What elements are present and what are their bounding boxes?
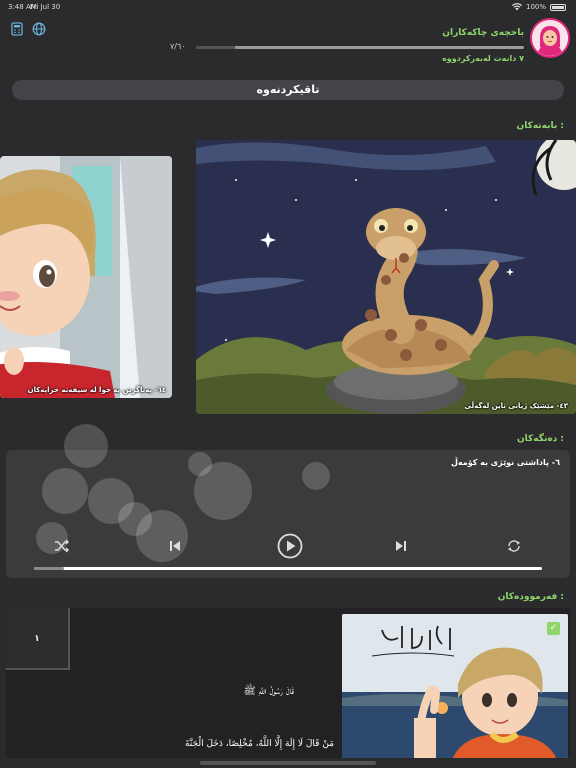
progress-bar	[196, 46, 524, 49]
status-date: Fri Jul 30	[30, 3, 61, 11]
section-label-sounds: دەنگەکان :	[516, 434, 564, 444]
progress-bar-fill	[235, 46, 524, 49]
header: ٧/٦٠ باخچەی چاکەکاران ٧ دانەت لەبەرکردوو…	[0, 14, 576, 74]
skip-back-icon[interactable]	[164, 535, 186, 557]
globe-icon[interactable]	[32, 21, 46, 36]
story-image-boy	[0, 156, 172, 398]
battery-icon	[550, 3, 566, 11]
decorative-bubble	[64, 424, 108, 468]
section-label-hadiths: فەرموودەکان :	[497, 592, 564, 602]
hadith-image: ✓	[342, 614, 568, 758]
decorative-bubble	[302, 462, 330, 490]
avatar[interactable]	[530, 18, 570, 58]
audio-seek-bar[interactable]	[34, 567, 542, 570]
decorative-bubble	[42, 468, 88, 514]
home-indicator	[200, 761, 376, 765]
battery-percent: 100%	[525, 3, 546, 11]
skip-forward-icon[interactable]	[390, 535, 412, 557]
track-title: ٦- پاداشتی نوێژی بە کۆمەڵ	[450, 458, 560, 467]
page-title[interactable]: تاقیکردنەوە	[12, 80, 564, 100]
play-icon[interactable]	[276, 532, 304, 560]
shuffle-icon[interactable]	[51, 535, 73, 557]
wifi-icon	[511, 3, 522, 11]
memorized-count-text: ٧ دانەت لەبەرکردووە	[442, 54, 524, 63]
user-name: باخچەی چاکەکاران	[442, 28, 524, 38]
status-right: 100%	[511, 3, 566, 11]
calculator-icon[interactable]	[10, 21, 24, 36]
hadith-number: ١	[6, 608, 70, 670]
story-caption: ٤٣- مێشێک ژیانی تاین لەگەڵی	[464, 402, 568, 410]
story-card-1[interactable]: ٦٤- پەناگرتن بە خوا لە سیفەتە خراپەکان	[0, 156, 172, 398]
status-bar: 3:48 AM Fri Jul 30 100%	[0, 0, 576, 14]
progress-count: ٧/٦٠	[170, 42, 186, 51]
repeat-icon[interactable]	[503, 535, 525, 557]
audio-seek-fill	[34, 567, 65, 570]
story-card-2[interactable]: ٤٣- مێشێک ژیانی تاین لەگەڵی	[196, 140, 576, 414]
section-label-stories: بابەتەکان :	[516, 121, 564, 131]
decorative-bubble	[188, 452, 212, 476]
story-caption: ٦٤- پەناگرتن بە خوا لە سیفەتە خراپەکان	[27, 386, 166, 394]
hadith-card[interactable]: ١ قَالَ رَسُولُ اللَّهِ ﷺ مَنْ قَالَ لَا…	[6, 608, 570, 758]
hadith-title: قَالَ رَسُولُ اللَّهِ ﷺ	[243, 686, 294, 697]
audio-player: ٦- پاداشتی نوێژی بە کۆمەڵ	[6, 424, 570, 578]
check-icon[interactable]: ✓	[547, 622, 560, 635]
hadith-text: مَنْ قَالَ لَا إِلَهَ إِلَّا اللَّهُ، مُ…	[185, 739, 334, 749]
story-image-snake	[196, 140, 576, 414]
